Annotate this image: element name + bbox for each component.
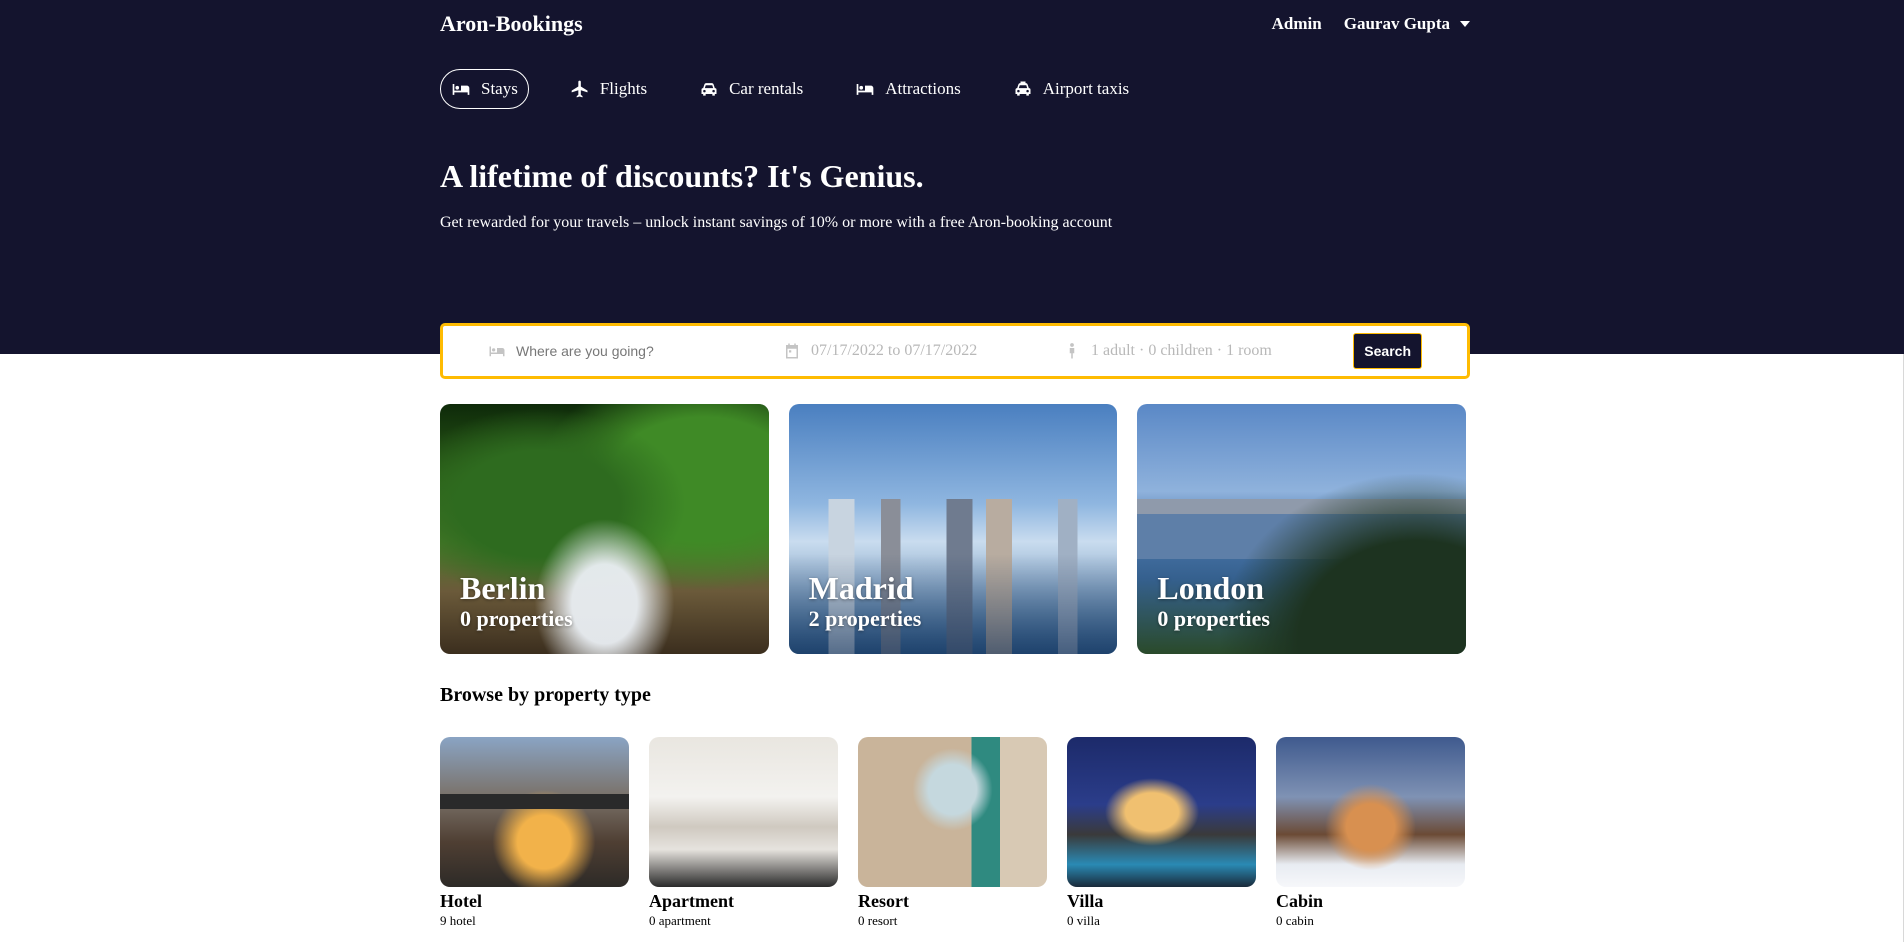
nav-item-stays[interactable]: Stays xyxy=(440,69,529,109)
bed-icon xyxy=(452,84,470,95)
header: Aron-Bookings Admin Gaurav Gupta Stays F… xyxy=(0,0,1904,354)
resort-image xyxy=(858,737,1047,887)
property-type-hotel[interactable]: Hotel 9 hotel xyxy=(440,737,629,929)
property-type-name: Hotel xyxy=(440,891,482,911)
apartment-image xyxy=(649,737,838,887)
featured-city-name: London xyxy=(1157,570,1265,606)
destination-input[interactable] xyxy=(516,343,736,359)
admin-link[interactable]: Admin xyxy=(1272,14,1322,34)
featured-city-count: 2 properties xyxy=(808,606,922,631)
bed-icon xyxy=(489,346,505,357)
featured-city-name: Madrid xyxy=(808,570,914,606)
taxi-icon xyxy=(1015,81,1031,96)
hero-subtitle: Get rewarded for your travels – unlock i… xyxy=(440,214,1113,231)
property-type-name: Apartment xyxy=(649,891,734,911)
featured-cities: Berlin 0 properties Madrid 2 properties … xyxy=(440,404,1467,654)
featured-city-count: 0 properties xyxy=(1157,606,1270,631)
featured-card-madrid[interactable]: Madrid 2 properties xyxy=(788,404,1118,654)
plane-icon xyxy=(571,80,588,98)
cabin-image xyxy=(1276,737,1465,887)
featured-city-name: Berlin xyxy=(460,570,546,606)
guests-field[interactable]: 1 adult · 0 children · 1 room xyxy=(1063,342,1272,360)
nav-item-attractions[interactable]: Attractions xyxy=(844,69,972,109)
property-type-name: Cabin xyxy=(1276,891,1324,911)
search-button[interactable]: Search xyxy=(1353,333,1422,369)
property-type-name: Villa xyxy=(1067,891,1104,911)
property-type-count: 0 apartment xyxy=(649,913,711,928)
topbar: Aron-Bookings Admin Gaurav Gupta xyxy=(440,11,1470,37)
property-type-count: 0 resort xyxy=(858,913,898,928)
nav-item-flights[interactable]: Flights xyxy=(559,69,658,109)
property-type-count: 0 cabin xyxy=(1276,913,1314,928)
hotel-image xyxy=(440,737,629,887)
property-type-cabin[interactable]: Cabin 0 cabin xyxy=(1276,737,1465,929)
destination-field[interactable] xyxy=(488,342,736,360)
property-type-list: Hotel 9 hotel Apartment 0 apartment Reso… xyxy=(440,737,1465,929)
property-type-apartment[interactable]: Apartment 0 apartment xyxy=(649,737,838,929)
top-right-menu: Admin Gaurav Gupta xyxy=(1272,14,1470,34)
property-type-count: 9 hotel xyxy=(440,913,476,928)
hero-title: A lifetime of discounts? It's Genius. xyxy=(440,158,924,194)
villa-image xyxy=(1067,737,1256,887)
nav-item-label: Airport taxis xyxy=(1042,79,1130,98)
bed-icon xyxy=(856,84,874,95)
nav-item-label: Car rentals xyxy=(729,79,804,98)
property-type-name: Resort xyxy=(858,891,909,911)
date-range-text: 07/17/2022 to 07/17/2022 xyxy=(811,342,978,359)
nav-item-label: Flights xyxy=(599,79,648,98)
nav-item-label: Stays xyxy=(481,79,518,98)
featured-card-berlin[interactable]: Berlin 0 properties xyxy=(440,404,769,654)
property-type-resort[interactable]: Resort 0 resort xyxy=(858,737,1047,929)
featured-city-count: 0 properties xyxy=(460,606,573,631)
guests-text: 1 adult · 0 children · 1 room xyxy=(1091,342,1272,359)
app-logo[interactable]: Aron-Bookings xyxy=(440,11,583,37)
property-type-villa[interactable]: Villa 0 villa xyxy=(1067,737,1256,929)
user-menu[interactable]: Gaurav Gupta xyxy=(1344,14,1470,34)
search-bar: 07/17/2022 to 07/17/2022 1 adult · 0 chi… xyxy=(440,323,1470,379)
user-name: Gaurav Gupta xyxy=(1343,14,1450,33)
nav-item-airport-taxis[interactable]: Airport taxis xyxy=(1002,69,1140,109)
nav-item-label: Attractions xyxy=(885,79,961,98)
caret-down-icon xyxy=(1460,21,1470,27)
featured-card-london[interactable]: London 0 properties xyxy=(1137,404,1467,654)
nav-bar: Stays Flights Car rentals Attractions Ai… xyxy=(440,69,1470,109)
nav-item-car-rentals[interactable]: Car rentals xyxy=(688,69,814,109)
property-type-count: 0 villa xyxy=(1067,913,1100,928)
person-icon xyxy=(1069,343,1075,359)
property-type-heading: Browse by property type xyxy=(440,684,651,706)
calendar-icon xyxy=(786,343,798,359)
car-icon xyxy=(701,83,717,96)
date-range-field[interactable]: 07/17/2022 to 07/17/2022 xyxy=(783,342,977,360)
